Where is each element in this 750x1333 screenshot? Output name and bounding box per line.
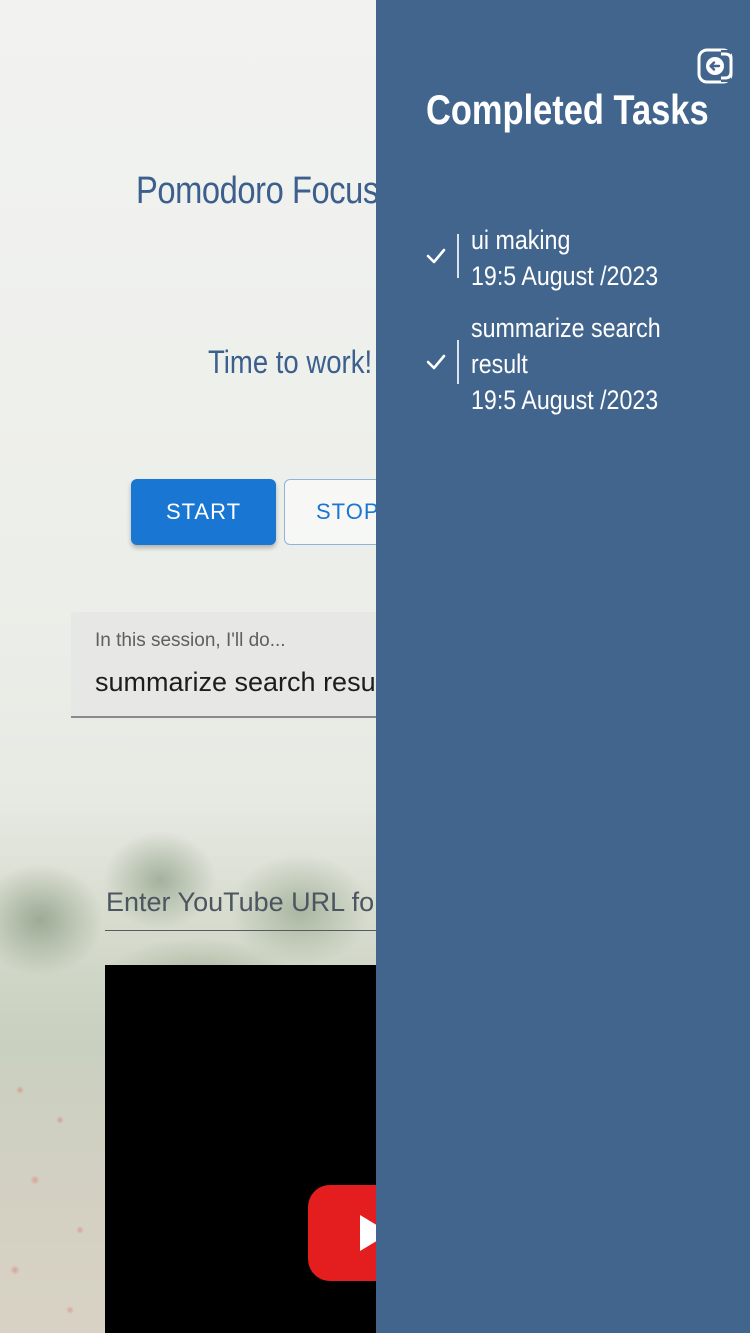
task-timestamp: 19:5 August /2023: [471, 261, 659, 291]
start-button[interactable]: START: [131, 479, 276, 545]
completed-tasks-panel: Completed Tasks ui making 19:5 August /2…: [376, 0, 750, 1333]
task-name-line: ui making: [471, 225, 571, 255]
task-text: summarize search result 19:5 August /202…: [471, 310, 661, 418]
exit-arrow-icon[interactable]: [697, 48, 733, 84]
task-divider: [457, 234, 459, 278]
task-name-line: result: [471, 349, 528, 379]
check-icon: [426, 248, 446, 264]
app-title: Pomodoro Focus: [136, 170, 379, 212]
task-text: ui making 19:5 August /2023: [471, 222, 658, 294]
task-input-label: In this session, I'll do...: [95, 630, 286, 651]
completed-task-item: ui making 19:5 August /2023: [426, 222, 736, 296]
task-input-value[interactable]: summarize search result: [95, 667, 389, 698]
check-icon: [426, 354, 446, 370]
panel-title: Completed Tasks: [426, 86, 709, 133]
background-flowers: [0, 1030, 110, 1333]
completed-task-item: summarize search result 19:5 August /202…: [426, 310, 736, 420]
timer-status: Time to work!: [208, 344, 373, 380]
task-divider: [457, 340, 459, 384]
task-timestamp: 19:5 August /2023: [471, 385, 659, 415]
task-name-line: summarize search: [471, 313, 661, 343]
